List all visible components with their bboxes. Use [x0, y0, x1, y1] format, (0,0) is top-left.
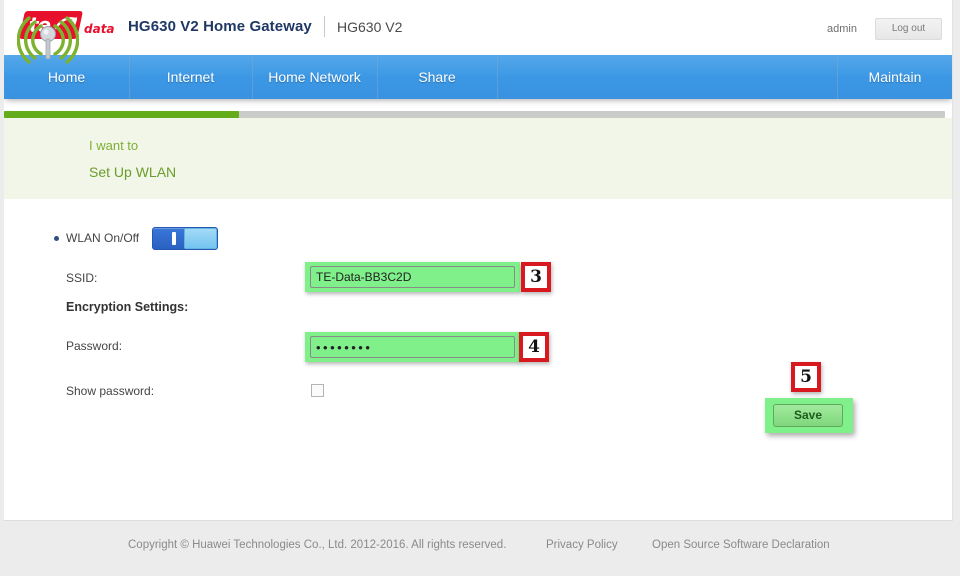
- banner-task-line: Set Up WLAN: [89, 164, 177, 180]
- router-admin-page: te data HG630 V2 Home Gateway HG630 V2 a…: [0, 0, 960, 576]
- wifi-antenna-icon: [17, 16, 79, 64]
- nav-separator: [129, 55, 130, 99]
- page-content-card: te data HG630 V2 Home Gateway HG630 V2 a…: [4, 0, 953, 521]
- show-password-label: Show password:: [66, 384, 155, 398]
- step-marker-4: 4: [519, 332, 549, 362]
- oss-declaration-link[interactable]: Open Source Software Declaration: [652, 539, 830, 551]
- page-title: HG630 V2 Home Gateway: [128, 18, 312, 35]
- save-button[interactable]: Save: [773, 404, 843, 427]
- nav-separator: [497, 55, 498, 99]
- nav-item-home-network[interactable]: Home Network: [252, 55, 377, 99]
- encryption-settings-heading: Encryption Settings:: [66, 300, 189, 314]
- wlan-onoff-label: WLAN On/Off: [66, 231, 140, 245]
- device-model-name: HG630 V2: [337, 19, 403, 35]
- banner-intent-line: I want to: [89, 138, 139, 153]
- wlan-onoff-toggle[interactable]: [152, 227, 218, 250]
- current-user-label: admin: [827, 23, 857, 35]
- wizard-progress-fill: [4, 111, 240, 118]
- nav-item-maintain[interactable]: Maintain: [837, 55, 952, 99]
- nav-item-share[interactable]: Share: [377, 55, 497, 99]
- password-input[interactable]: [310, 336, 515, 358]
- copyright-text: Copyright © Huawei Technologies Co., Ltd…: [128, 539, 507, 551]
- password-highlight-box: [305, 332, 520, 362]
- logo-data-text: data: [84, 22, 115, 36]
- logout-button[interactable]: Log out: [875, 18, 942, 40]
- show-password-checkbox[interactable]: [311, 384, 324, 397]
- header-divider: [324, 16, 325, 37]
- main-navigation: Home Internet Home Network Share Maintai…: [4, 55, 952, 99]
- ssid-highlight-box: [305, 262, 520, 292]
- toggle-on-mark-icon: [172, 232, 176, 245]
- nav-item-internet[interactable]: Internet: [129, 55, 252, 99]
- nav-separator: [837, 55, 838, 99]
- nav-separator: [377, 55, 378, 99]
- password-label: Password:: [66, 339, 123, 353]
- wizard-progress-track: [4, 111, 945, 118]
- toggle-knob: [184, 228, 217, 249]
- nav-separator: [252, 55, 253, 99]
- wizard-banner: [4, 118, 952, 199]
- bullet-marker-icon: [54, 236, 59, 241]
- save-highlight-box: Save: [765, 398, 853, 433]
- step-marker-3: 3: [521, 262, 551, 292]
- ssid-input[interactable]: [310, 266, 515, 288]
- privacy-policy-link[interactable]: Privacy Policy: [546, 539, 618, 551]
- step-marker-5: 5: [791, 362, 821, 392]
- ssid-label: SSID:: [66, 271, 98, 285]
- page-header: te data HG630 V2 Home Gateway HG630 V2 a…: [4, 0, 952, 55]
